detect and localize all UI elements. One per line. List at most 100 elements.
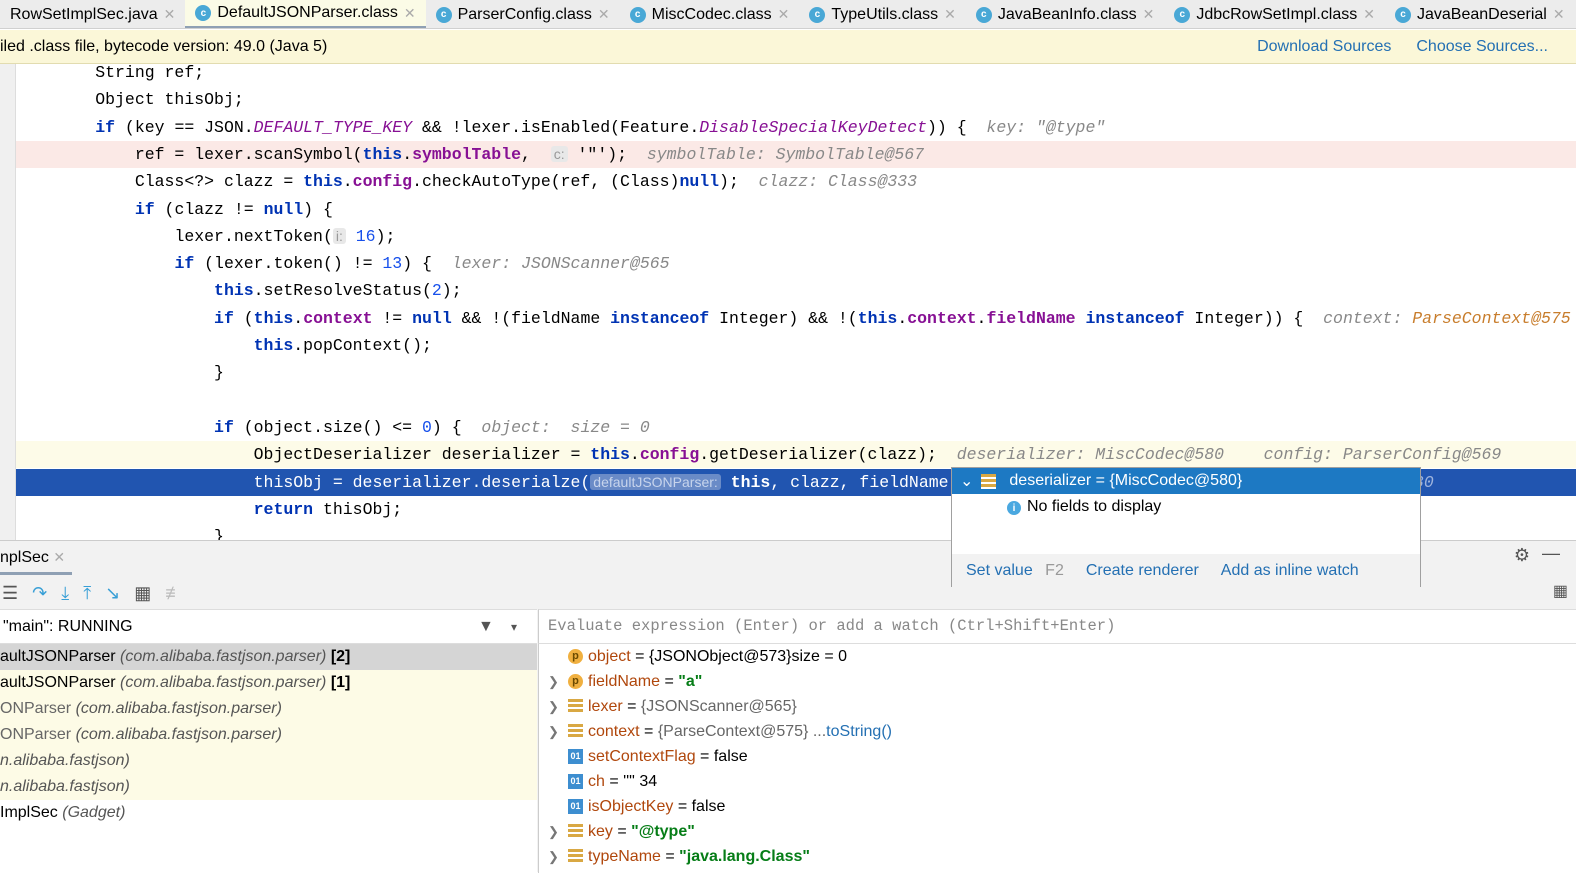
close-icon[interactable]: ✕ — [404, 5, 416, 22]
code-token: context — [303, 308, 373, 328]
code-token: Class<?> clazz = — [134, 172, 304, 192]
thread-label: "main": RUNNING — [3, 617, 133, 635]
set-value-link[interactable]: Set value F2 — [966, 562, 1064, 580]
code-token: if — [214, 308, 234, 328]
tab-label: JavaBeanDeserial — [1417, 5, 1547, 23]
close-icon[interactable]: ✕ — [778, 6, 790, 23]
code-line: ObjectDeserializer deserializer = this.c… — [16, 441, 1576, 469]
frame-method: ImplSec — [0, 804, 58, 821]
tab-5[interactable]: c JavaBeanInfo.class ✕ — [966, 0, 1164, 28]
tab-3[interactable]: c MiscCodec.class ✕ — [620, 0, 800, 28]
code-token: key: "@type" — [986, 117, 1106, 137]
variable-value: {JSONObject@573} — [648, 648, 792, 665]
dropdown-icon[interactable]: ▾ — [511, 620, 517, 634]
variable-row[interactable]: ❯ lexer = {JSONScanner@565} — [539, 694, 1576, 719]
add-inline-watch-link[interactable]: Add as inline watch — [1221, 562, 1359, 580]
stack-frame[interactable]: n.alibaba.fastjson) — [0, 748, 537, 774]
variable-name: key — [588, 823, 613, 840]
tab-label: JdbcRowSetImpl.class — [1196, 5, 1358, 23]
code-line: if (object.size() <= 0) { object: size =… — [16, 414, 1576, 441]
code-token: )) { — [927, 117, 987, 137]
code-token: i: — [332, 227, 346, 244]
code-token: ); — [719, 172, 759, 192]
variable-row[interactable]: ❯ typeName = "java.lang.Class" — [539, 844, 1576, 869]
code-token: .setResolveStatus( — [253, 281, 432, 301]
field-icon — [981, 473, 997, 489]
choose-sources-link[interactable]: Choose Sources... — [1416, 38, 1548, 56]
close-icon[interactable]: ✕ — [1143, 6, 1155, 23]
filter-icon[interactable]: ▼ — [478, 618, 494, 636]
tab-0[interactable]: RowSetImplSec.java ✕ — [0, 0, 185, 28]
trace-icon[interactable]: ≢ — [165, 583, 183, 604]
step-into-icon[interactable]: ⤓ — [61, 583, 69, 604]
minimize-icon[interactable]: — — [1542, 543, 1560, 564]
frame-package: (com.alibaba.fastjson.parser) — [120, 648, 327, 665]
popup-header[interactable]: ⌄ deserializer = {MiscCodec@580} — [952, 468, 1420, 494]
stack-frame[interactable]: aultJSONParser (com.alibaba.fastjson.par… — [0, 670, 537, 696]
evaluate-icon[interactable]: ▦ — [134, 583, 151, 604]
create-renderer-link[interactable]: Create renderer — [1086, 562, 1199, 580]
variable-row[interactable]: ❯ p fieldName = "a" — [539, 669, 1576, 694]
variable-row[interactable]: ❯ context = {ParseContext@575} ... toStri… — [539, 719, 1576, 744]
variable-row[interactable]: 01 ch = '"' 34 — [539, 769, 1576, 794]
frames-menu-icon[interactable]: ☰ — [2, 583, 18, 604]
code-token: if — [134, 199, 155, 219]
debug-tab[interactable]: nplSec ✕ — [0, 549, 65, 567]
expand-icon[interactable]: ❯ — [539, 844, 568, 869]
thread-selector[interactable]: "main": RUNNING ▼ ▾ — [0, 609, 537, 644]
evaluate-input[interactable]: Evaluate expression (Enter) or add a wat… — [538, 609, 1576, 644]
expand-icon[interactable]: ❯ — [539, 819, 568, 844]
variable-row[interactable]: p object = {JSONObject@573} size = 0 — [539, 644, 1576, 669]
gutter[interactable] — [0, 64, 16, 540]
frame-package: (com.alibaba.fastjson.parser) — [75, 700, 282, 717]
close-icon[interactable]: ✕ — [598, 6, 610, 23]
code-token: instanceof — [1085, 308, 1185, 328]
code-token: lexer.nextToken( — [174, 226, 333, 246]
frame-package: n.alibaba.fastjson) — [0, 778, 130, 795]
tab-7[interactable]: c JavaBeanDeserial ✕ — [1385, 0, 1575, 28]
code-token: thisObj; — [313, 499, 403, 519]
code-token: (key == JSON. — [115, 117, 254, 137]
download-sources-link[interactable]: Download Sources — [1257, 38, 1391, 56]
stack-frame[interactable]: n.alibaba.fastjson) — [0, 774, 537, 800]
tab-2[interactable]: c ParserConfig.class ✕ — [426, 0, 620, 28]
stack-frame[interactable]: ONParser (com.alibaba.fastjson.parser) — [0, 722, 537, 748]
code-token: this — [253, 336, 294, 355]
decompiled-banner: iled .class file, bytecode version: 49.0… — [0, 30, 1576, 64]
variable-extra[interactable]: toString() — [826, 719, 892, 744]
gear-icon[interactable]: ⚙ — [1514, 545, 1530, 566]
code-token: object: size = 0 — [481, 417, 650, 437]
code-token: . — [976, 308, 987, 328]
debug-panel: nplSec ✕ ⚙ — ▦ ☰ ↷ ⤓ ⤒ ↘ ▦ ≢ "main": RUN… — [0, 540, 1576, 873]
stack-frame[interactable]: aultJSONParser (com.alibaba.fastjson.par… — [0, 644, 537, 670]
stack-frame[interactable]: ImplSec (Gadget) — [0, 800, 537, 826]
code-line: Class<?> clazz = this.config.checkAutoTy… — [16, 168, 1576, 195]
variable-name: object — [588, 648, 631, 665]
variable-value: false — [713, 748, 748, 765]
close-icon[interactable]: ✕ — [164, 6, 176, 23]
expand-icon[interactable]: ❯ — [539, 719, 568, 744]
variable-row[interactable]: ❯ key = "@type" — [539, 819, 1576, 844]
tab-1[interactable]: c DefaultJSONParser.class ✕ — [185, 0, 426, 28]
step-out-icon[interactable]: ⤒ — [83, 583, 91, 604]
chevron-down-icon[interactable]: ⌄ — [960, 471, 973, 491]
tab-6[interactable]: c JdbcRowSetImpl.class ✕ — [1164, 0, 1385, 28]
close-icon[interactable]: ✕ — [1553, 6, 1565, 23]
expand-icon[interactable]: ❯ — [539, 669, 568, 694]
variable-value: '"' 34 — [623, 773, 658, 790]
variable-row[interactable]: 01 isObjectKey = false — [539, 794, 1576, 819]
frame-method: aultJSONParser — [0, 648, 116, 665]
stack-frame[interactable]: ONParser (com.alibaba.fastjson.parser) — [0, 696, 537, 722]
tab-4[interactable]: c TypeUtils.class ✕ — [799, 0, 965, 28]
class-icon: c — [195, 5, 212, 21]
expand-icon[interactable]: ❯ — [539, 694, 568, 719]
variable-row[interactable]: 01 setContextFlag = false — [539, 744, 1576, 769]
close-icon[interactable]: ✕ — [1363, 6, 1375, 23]
code-token: .getDeserializer(clazz); — [699, 445, 957, 465]
step-over-icon[interactable]: ↷ — [32, 583, 47, 604]
layout-icon[interactable]: ▦ — [1553, 581, 1568, 601]
frames-list: aultJSONParser (com.alibaba.fastjson.par… — [0, 644, 537, 873]
run-to-cursor-icon[interactable]: ↘ — [105, 583, 120, 604]
close-icon[interactable]: ✕ — [944, 6, 956, 23]
